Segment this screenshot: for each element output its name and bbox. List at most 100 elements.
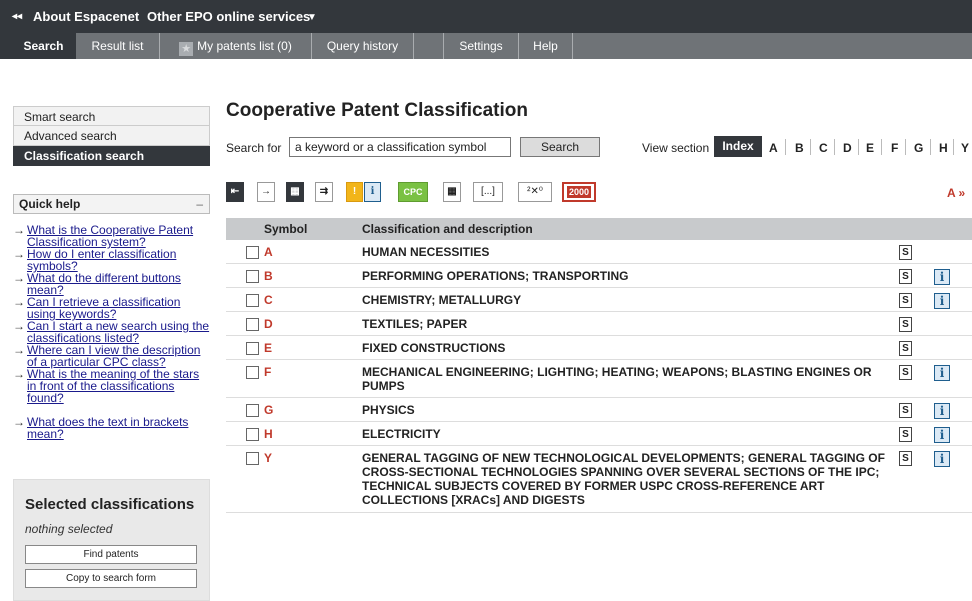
arrow-right-icon: →: [13, 343, 25, 357]
symbol-link[interactable]: G: [264, 403, 273, 417]
nav-classification-search[interactable]: Classification search: [13, 146, 210, 166]
grid-icon[interactable]: ▦: [443, 182, 461, 202]
scheme-icon[interactable]: S: [899, 427, 912, 442]
quick-help-header[interactable]: Quick help –: [13, 194, 210, 214]
section-link-d[interactable]: D: [843, 141, 852, 155]
chevron-down-icon[interactable]: ▼: [307, 12, 317, 23]
combination-icon[interactable]: ²✕⁰: [518, 182, 552, 202]
info-icon[interactable]: i: [934, 293, 950, 309]
scheme-icon[interactable]: S: [899, 245, 912, 260]
symbol-link[interactable]: Y: [264, 451, 272, 465]
help-link[interactable]: What is the Cooperative Patent Classific…: [27, 223, 193, 249]
symbol-link[interactable]: H: [264, 427, 273, 441]
description-link[interactable]: HUMAN NECESSITIES: [362, 245, 890, 259]
help-link[interactable]: Where can I view the description of a pa…: [27, 343, 200, 369]
row-checkbox[interactable]: [246, 452, 259, 465]
tab-my-patents[interactable]: ★ My patents list (0): [160, 33, 312, 59]
section-link-a[interactable]: A: [769, 141, 778, 155]
symbol-link[interactable]: A: [264, 245, 273, 259]
collapse-icon[interactable]: –: [196, 195, 203, 213]
scheme-icon[interactable]: S: [899, 451, 912, 466]
help-link[interactable]: Can I retrieve a classification using ke…: [27, 295, 180, 321]
arrow-right-icon[interactable]: →: [257, 182, 275, 202]
search-input[interactable]: [289, 137, 511, 157]
section-link-e[interactable]: E: [866, 141, 874, 155]
help-link[interactable]: Can I start a new search using the class…: [27, 319, 209, 345]
section-link-h[interactable]: H: [939, 141, 948, 155]
description-link[interactable]: ELECTRICITY: [362, 427, 890, 441]
description-link[interactable]: CHEMISTRY; METALLURGY: [362, 293, 890, 307]
section-link-y[interactable]: Y: [961, 141, 969, 155]
selected-title: Selected classifications: [25, 496, 195, 513]
scheme-icon[interactable]: S: [899, 293, 912, 308]
scheme-icon[interactable]: S: [899, 317, 912, 332]
warning-icon[interactable]: !: [346, 182, 363, 202]
index-button[interactable]: Index: [714, 136, 762, 157]
section-link-c[interactable]: C: [819, 141, 828, 155]
row-checkbox[interactable]: [246, 404, 259, 417]
row-checkbox[interactable]: [246, 366, 259, 379]
symbol-link[interactable]: C: [264, 293, 273, 307]
description-link[interactable]: TEXTILES; PAPER: [362, 317, 890, 331]
tab-blank[interactable]: [414, 33, 444, 59]
help-link[interactable]: How do I enter classification symbols?: [27, 247, 176, 273]
info-icon[interactable]: i: [934, 451, 950, 467]
copy-to-search-form-button[interactable]: Copy to search form: [25, 569, 197, 588]
tab-help[interactable]: Help: [519, 33, 573, 59]
description-link[interactable]: PHYSICS: [362, 403, 890, 417]
cpc-icon[interactable]: CPC: [398, 182, 428, 202]
scheme-icon[interactable]: S: [899, 269, 912, 284]
info-icon[interactable]: i: [934, 427, 950, 443]
other-services-link[interactable]: Other EPO online services: [147, 9, 310, 24]
nav-advanced-search[interactable]: Advanced search: [13, 126, 210, 146]
description-link[interactable]: GENERAL TAGGING OF NEW TECHNOLOGICAL DEV…: [362, 451, 890, 507]
description-link[interactable]: PERFORMING OPERATIONS; TRANSPORTING: [362, 269, 890, 283]
help-link[interactable]: What do the different buttons mean?: [27, 271, 181, 297]
symbol-link[interactable]: D: [264, 317, 273, 331]
help-link[interactable]: What is the meaning of the stars in fron…: [27, 367, 199, 405]
section-link-b[interactable]: B: [795, 141, 804, 155]
scheme-icon[interactable]: S: [899, 365, 912, 380]
description-link[interactable]: MECHANICAL ENGINEERING; LIGHTING; HEATIN…: [362, 365, 890, 393]
divider: [858, 139, 859, 155]
arrow-right-icon: →: [13, 247, 25, 261]
info-icon[interactable]: i: [934, 403, 950, 419]
collapse-all-icon[interactable]: ⇤: [226, 182, 244, 202]
description-link[interactable]: FIXED CONSTRUCTIONS: [362, 341, 890, 355]
tree-view-icon[interactable]: ▦: [286, 182, 304, 202]
tab-settings[interactable]: Settings: [444, 33, 519, 59]
row-checkbox[interactable]: [246, 246, 259, 259]
section-link-g[interactable]: G: [914, 141, 923, 155]
row-checkbox[interactable]: [246, 318, 259, 331]
table-row: G PHYSICS S i: [226, 398, 972, 422]
symbol-link[interactable]: E: [264, 341, 272, 355]
next-section-link[interactable]: A »: [947, 186, 965, 200]
help-link[interactable]: What does the text in brackets mean?: [27, 415, 188, 441]
row-checkbox[interactable]: [246, 270, 259, 283]
info-icon[interactable]: i: [364, 182, 381, 202]
search-button[interactable]: Search: [520, 137, 600, 157]
tab-search[interactable]: Search: [12, 33, 76, 59]
info-icon[interactable]: i: [934, 269, 950, 285]
row-checkbox[interactable]: [246, 342, 259, 355]
list-item: → What does the text in brackets mean?: [13, 416, 210, 440]
row-checkbox[interactable]: [246, 294, 259, 307]
2000-series-icon[interactable]: 2000: [562, 182, 596, 202]
about-espacenet-link[interactable]: About Espacenet: [33, 9, 139, 24]
scheme-icon[interactable]: S: [899, 403, 912, 418]
tab-query-history[interactable]: Query history: [312, 33, 414, 59]
symbol-link[interactable]: B: [264, 269, 273, 283]
list-item: → Can I start a new search using the clas…: [13, 320, 210, 344]
list-view-icon[interactable]: ⇉: [315, 182, 333, 202]
info-icon[interactable]: i: [934, 365, 950, 381]
divider: [930, 139, 931, 155]
tab-result-list[interactable]: Result list: [76, 33, 160, 59]
nav-smart-search[interactable]: Smart search: [13, 106, 210, 126]
brackets-icon[interactable]: [...]: [473, 182, 503, 202]
row-checkbox[interactable]: [246, 428, 259, 441]
section-link-f[interactable]: F: [891, 141, 898, 155]
find-patents-button[interactable]: Find patents: [25, 545, 197, 564]
symbol-link[interactable]: F: [264, 365, 271, 379]
scheme-icon[interactable]: S: [899, 341, 912, 356]
back-arrow-icon[interactable]: ◂◂: [12, 11, 22, 22]
